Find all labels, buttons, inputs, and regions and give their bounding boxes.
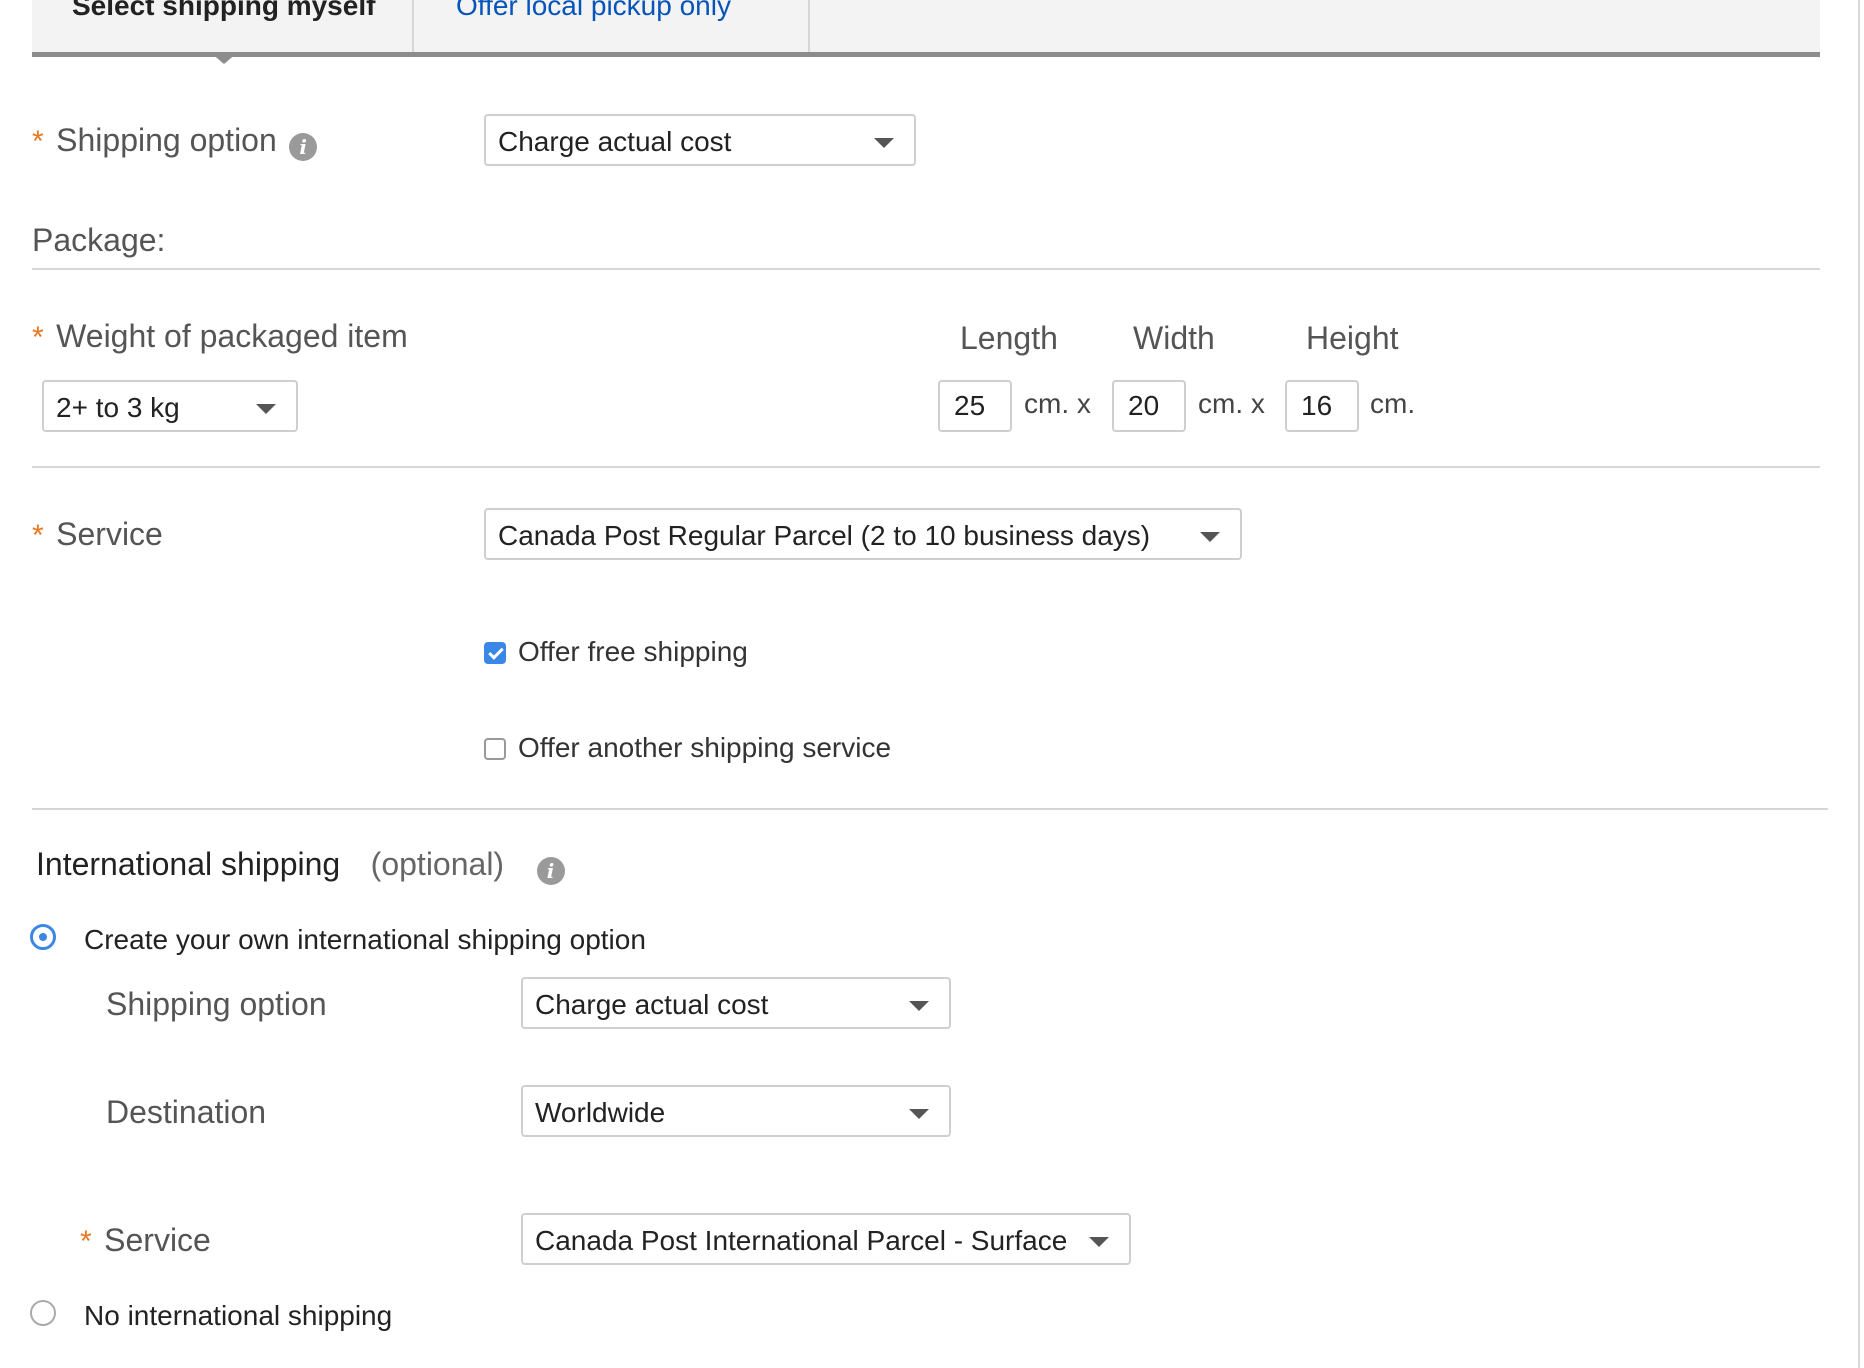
intl-shipping-option-value: Charge actual cost	[535, 989, 769, 1020]
panel-right-border	[1858, 0, 1860, 1368]
shipping-option-select[interactable]: Charge actual cost	[484, 114, 916, 166]
weight-divider	[32, 466, 1820, 468]
no-international-label[interactable]: No international shipping	[84, 1300, 392, 1332]
service-row-label: * Service	[32, 516, 163, 553]
width-unit: cm. x	[1198, 388, 1265, 419]
offer-free-shipping-checkbox[interactable]	[484, 642, 506, 664]
required-asterisk: *	[80, 1225, 92, 1258]
intl-service-select[interactable]: Canada Post International Parcel - Surfa…	[521, 1213, 1131, 1265]
chevron-down-icon	[1089, 1237, 1109, 1247]
weight-select[interactable]: 2+ to 3 kg	[42, 380, 298, 432]
offer-another-service-label[interactable]: Offer another shipping service	[518, 732, 891, 764]
destination-label: Destination	[106, 1094, 267, 1130]
length-label: Length	[960, 320, 1058, 356]
intl-service-label: Service	[104, 1222, 211, 1258]
chevron-down-icon	[256, 404, 276, 414]
intl-service-value: Canada Post International Parcel - Surfa…	[535, 1225, 1068, 1256]
international-heading: International shipping	[36, 846, 341, 882]
tab-offer-local-pickup[interactable]: Offer local pickup only	[414, 0, 810, 52]
tab-offer-local-pickup-label: Offer local pickup only	[456, 0, 731, 21]
international-divider	[32, 808, 1828, 810]
height-unit: cm.	[1370, 388, 1416, 419]
intl-service-row-label: * Service	[80, 1222, 211, 1259]
width-input[interactable]: 20	[1112, 380, 1186, 432]
offer-another-service-checkbox[interactable]	[484, 738, 506, 760]
chevron-down-icon	[909, 1001, 929, 1011]
required-asterisk: *	[32, 125, 44, 158]
intl-shipping-option-label: Shipping option	[106, 986, 327, 1022]
height-input[interactable]: 16	[1285, 380, 1359, 432]
chevron-down-icon	[874, 138, 894, 148]
no-international-radio[interactable]	[30, 1300, 56, 1326]
service-value: Canada Post Regular Parcel (2 to 10 busi…	[498, 520, 1151, 551]
length-input[interactable]: 25	[938, 380, 1012, 432]
chevron-down-icon	[1200, 532, 1220, 542]
offer-free-shipping-label[interactable]: Offer free shipping	[518, 636, 748, 668]
service-select[interactable]: Canada Post Regular Parcel (2 to 10 busi…	[484, 508, 1242, 560]
tab-select-shipping-myself[interactable]: Select shipping myself	[32, 0, 414, 52]
height-label: Height	[1306, 320, 1399, 356]
shipping-option-label: Shipping option	[56, 122, 277, 158]
weight-row-label: * Weight of packaged item	[32, 318, 408, 355]
service-label: Service	[56, 516, 163, 552]
width-label: Width	[1133, 320, 1215, 356]
package-heading: Package:	[32, 222, 166, 258]
international-optional: (optional)	[370, 846, 505, 882]
chevron-down-icon	[909, 1109, 929, 1119]
length-unit: cm. x	[1024, 388, 1091, 419]
destination-value: Worldwide	[535, 1097, 666, 1128]
package-divider	[32, 268, 1820, 270]
shipping-option-row-label: * Shipping option i	[32, 122, 318, 161]
weight-value: 2+ to 3 kg	[56, 392, 180, 423]
info-icon[interactable]: i	[289, 132, 318, 161]
create-own-radio[interactable]	[30, 924, 56, 950]
shipping-tabs: Select shipping myself Offer local picku…	[32, 0, 1820, 57]
weight-label: Weight of packaged item	[56, 318, 408, 354]
tab-select-shipping-myself-label: Select shipping myself	[72, 0, 376, 21]
active-tab-caret-icon	[210, 52, 238, 64]
intl-shipping-option-select[interactable]: Charge actual cost	[521, 977, 951, 1029]
required-asterisk: *	[32, 519, 44, 552]
shipping-option-value: Charge actual cost	[498, 126, 732, 157]
international-heading-row: International shipping (optional) i	[36, 846, 565, 885]
destination-select[interactable]: Worldwide	[521, 1085, 951, 1137]
required-asterisk: *	[32, 321, 44, 354]
create-own-label[interactable]: Create your own international shipping o…	[84, 924, 646, 956]
info-icon[interactable]: i	[536, 856, 565, 885]
